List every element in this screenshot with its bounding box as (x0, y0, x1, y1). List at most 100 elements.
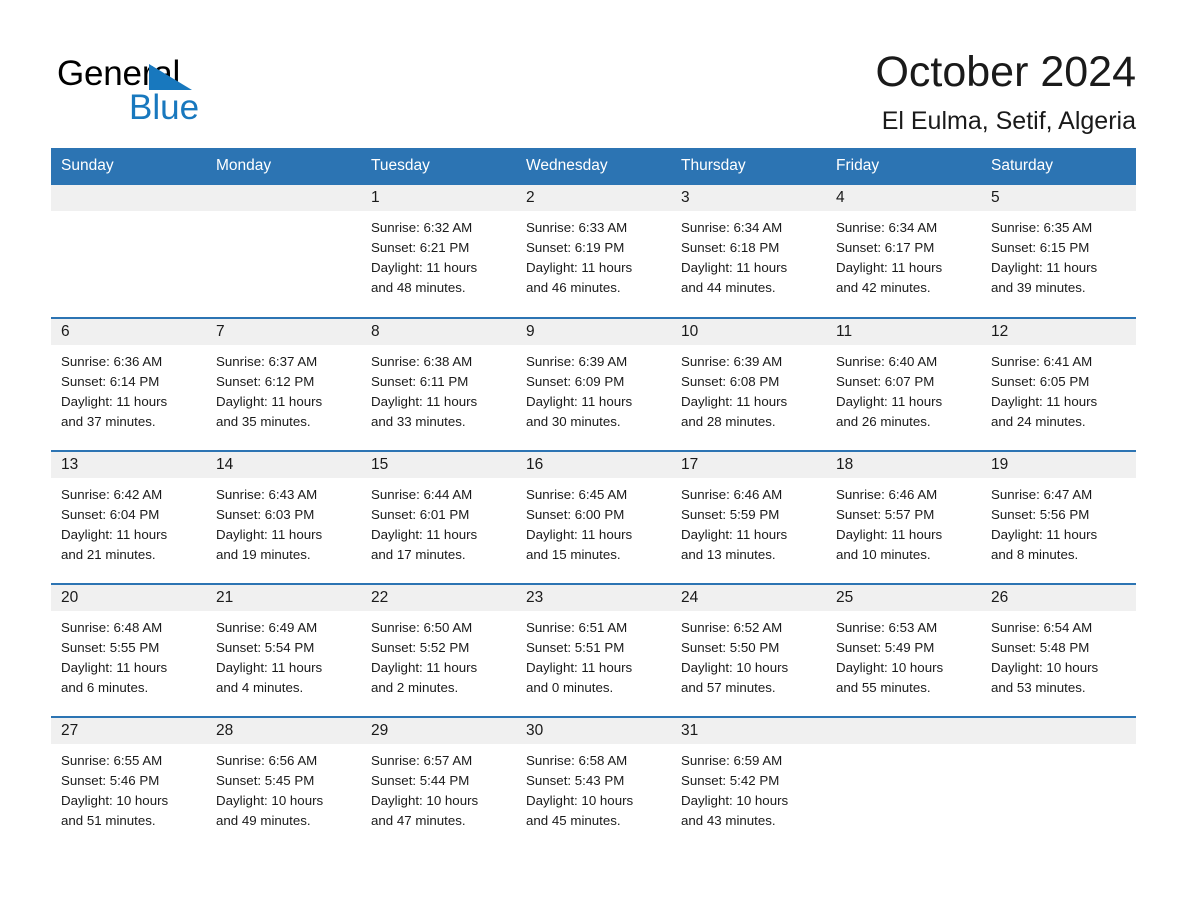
day-number: 3 (671, 185, 826, 211)
calendar-day-cell[interactable]: 7 Sunrise: 6:37 AM Sunset: 6:12 PM Daylight… (206, 317, 361, 451)
day-details: Sunrise: 6:36 AM Sunset: 6:14 PM Daylight:… (51, 345, 206, 432)
sunset-time: Sunset: 6:07 PM (836, 374, 935, 389)
day-number: 24 (671, 585, 826, 611)
calendar-day-cell[interactable]: 11 Sunrise: 6:40 AM Sunset: 6:07 PM Dayligh… (826, 317, 981, 451)
daylight-duration-line2: and 57 minutes. (681, 680, 776, 695)
calendar-day-cell[interactable]: 20 Sunrise: 6:48 AM Sunset: 5:55 PM Dayligh… (51, 583, 206, 717)
daylight-duration-line2: and 6 minutes. (61, 680, 149, 695)
day-details: Sunrise: 6:57 AM Sunset: 5:44 PM Daylight:… (361, 744, 516, 831)
sunrise-time: Sunrise: 6:58 AM (526, 753, 628, 768)
day-number: 1 (361, 185, 516, 211)
calendar-day-cell[interactable]: 16 Sunrise: 6:45 AM Sunset: 6:00 PM Dayligh… (516, 450, 671, 584)
day-details: Sunrise: 6:51 AM Sunset: 5:51 PM Daylight:… (516, 611, 671, 698)
calendar-body: 1 Sunrise: 6:32 AM Sunset: 6:21 PM Daylight… (51, 185, 1136, 850)
calendar-day-cell[interactable]: 12 Sunrise: 6:41 AM Sunset: 6:05 PM Dayligh… (981, 317, 1136, 451)
sunrise-time: Sunrise: 6:48 AM (61, 620, 163, 635)
calendar-week-row: 27 Sunrise: 6:55 AM Sunset: 5:46 PM Dayligh… (51, 716, 1136, 850)
weekday-header-monday: Monday (206, 148, 361, 185)
daylight-duration-line1: Daylight: 10 hours (371, 793, 479, 808)
day-number: 4 (826, 185, 981, 211)
day-number: 26 (981, 585, 1136, 611)
sunrise-time: Sunrise: 6:55 AM (61, 753, 163, 768)
daylight-duration-line2: and 35 minutes. (216, 414, 311, 429)
day-number: 29 (361, 718, 516, 744)
daylight-duration-line1: Daylight: 11 hours (836, 394, 943, 409)
day-number: 23 (516, 585, 671, 611)
calendar-day-cell[interactable]: 23 Sunrise: 6:51 AM Sunset: 5:51 PM Dayligh… (516, 583, 671, 717)
day-number: 28 (206, 718, 361, 744)
calendar-day-cell[interactable]: 10 Sunrise: 6:39 AM Sunset: 6:08 PM Dayligh… (671, 317, 826, 451)
calendar-day-cell[interactable]: 27 Sunrise: 6:55 AM Sunset: 5:46 PM Dayligh… (51, 716, 206, 850)
title-block: October 2024 El Eulma, Setif, Algeria (257, 46, 1136, 138)
daylight-duration-line2: and 33 minutes. (371, 414, 466, 429)
daylight-duration-line2: and 26 minutes. (836, 414, 931, 429)
weekday-header-tuesday: Tuesday (361, 148, 516, 185)
calendar-day-cell[interactable]: 1 Sunrise: 6:32 AM Sunset: 6:21 PM Daylight… (361, 185, 516, 318)
calendar-day-cell[interactable]: 8 Sunrise: 6:38 AM Sunset: 6:11 PM Daylight… (361, 317, 516, 451)
daylight-duration-line2: and 37 minutes. (61, 414, 156, 429)
daylight-duration-line2: and 21 minutes. (61, 547, 156, 562)
calendar-day-cell[interactable]: 21 Sunrise: 6:49 AM Sunset: 5:54 PM Dayligh… (206, 583, 361, 717)
calendar-day-cell[interactable]: 5 Sunrise: 6:35 AM Sunset: 6:15 PM Daylight… (981, 185, 1136, 318)
calendar-day-cell-empty (51, 185, 206, 318)
daylight-duration-line2: and 45 minutes. (526, 813, 621, 828)
calendar-day-cell[interactable]: 15 Sunrise: 6:44 AM Sunset: 6:01 PM Dayligh… (361, 450, 516, 584)
day-details: Sunrise: 6:43 AM Sunset: 6:03 PM Daylight:… (206, 478, 361, 565)
daylight-duration-line2: and 43 minutes. (681, 813, 776, 828)
sunrise-time: Sunrise: 6:39 AM (526, 354, 628, 369)
page-header: General Blue October 2024 El Eulma, Seti… (0, 0, 1188, 148)
calendar-day-cell-empty (206, 185, 361, 318)
sunrise-time: Sunrise: 6:57 AM (371, 753, 473, 768)
general-blue-logo: General Blue (57, 46, 257, 126)
calendar-day-cell[interactable]: 4 Sunrise: 6:34 AM Sunset: 6:17 PM Daylight… (826, 185, 981, 318)
calendar-day-cell[interactable]: 14 Sunrise: 6:43 AM Sunset: 6:03 PM Dayligh… (206, 450, 361, 584)
day-number: 5 (981, 185, 1136, 211)
calendar-day-cell[interactable]: 29 Sunrise: 6:57 AM Sunset: 5:44 PM Dayligh… (361, 716, 516, 850)
calendar-day-cell[interactable]: 2 Sunrise: 6:33 AM Sunset: 6:19 PM Daylight… (516, 185, 671, 318)
calendar-day-cell[interactable]: 19 Sunrise: 6:47 AM Sunset: 5:56 PM Dayligh… (981, 450, 1136, 584)
daylight-duration-line2: and 39 minutes. (991, 280, 1086, 295)
calendar-day-cell-empty (826, 716, 981, 850)
daylight-duration-line1: Daylight: 11 hours (216, 527, 323, 542)
sunset-time: Sunset: 5:50 PM (681, 640, 780, 655)
calendar-day-cell[interactable]: 28 Sunrise: 6:56 AM Sunset: 5:45 PM Dayligh… (206, 716, 361, 850)
calendar-day-cell[interactable]: 6 Sunrise: 6:36 AM Sunset: 6:14 PM Daylight… (51, 317, 206, 451)
calendar-day-cell[interactable]: 3 Sunrise: 6:34 AM Sunset: 6:18 PM Daylight… (671, 185, 826, 318)
daylight-duration-line2: and 42 minutes. (836, 280, 931, 295)
day-number: 14 (206, 452, 361, 478)
sunset-time: Sunset: 5:43 PM (526, 773, 625, 788)
calendar-day-cell[interactable]: 31 Sunrise: 6:59 AM Sunset: 5:42 PM Dayligh… (671, 716, 826, 850)
daylight-duration-line2: and 24 minutes. (991, 414, 1086, 429)
calendar-day-cell[interactable]: 25 Sunrise: 6:53 AM Sunset: 5:49 PM Dayligh… (826, 583, 981, 717)
day-details: Sunrise: 6:39 AM Sunset: 6:08 PM Daylight:… (671, 345, 826, 432)
day-details: Sunrise: 6:50 AM Sunset: 5:52 PM Daylight:… (361, 611, 516, 698)
day-details: Sunrise: 6:37 AM Sunset: 6:12 PM Daylight:… (206, 345, 361, 432)
sunset-time: Sunset: 6:08 PM (681, 374, 780, 389)
calendar-day-cell[interactable]: 9 Sunrise: 6:39 AM Sunset: 6:09 PM Daylight… (516, 317, 671, 451)
daylight-duration-line1: Daylight: 10 hours (681, 660, 789, 675)
calendar-day-cell[interactable]: 13 Sunrise: 6:42 AM Sunset: 6:04 PM Dayligh… (51, 450, 206, 584)
daylight-duration-line2: and 51 minutes. (61, 813, 156, 828)
day-number: 20 (51, 585, 206, 611)
calendar-day-cell[interactable]: 26 Sunrise: 6:54 AM Sunset: 5:48 PM Dayligh… (981, 583, 1136, 717)
sunset-time: Sunset: 6:18 PM (681, 240, 780, 255)
calendar-day-cell[interactable]: 24 Sunrise: 6:52 AM Sunset: 5:50 PM Dayligh… (671, 583, 826, 717)
calendar-day-cell[interactable]: 30 Sunrise: 6:58 AM Sunset: 5:43 PM Dayligh… (516, 716, 671, 850)
calendar-day-cell[interactable]: 22 Sunrise: 6:50 AM Sunset: 5:52 PM Dayligh… (361, 583, 516, 717)
day-details: Sunrise: 6:56 AM Sunset: 5:45 PM Daylight:… (206, 744, 361, 831)
weekday-header-friday: Friday (826, 148, 981, 185)
day-number: 12 (981, 319, 1136, 345)
daylight-duration-line1: Daylight: 11 hours (991, 394, 1098, 409)
sunset-time: Sunset: 5:42 PM (681, 773, 780, 788)
day-number: 8 (361, 319, 516, 345)
day-number: 16 (516, 452, 671, 478)
calendar-day-cell[interactable]: 17 Sunrise: 6:46 AM Sunset: 5:59 PM Dayligh… (671, 450, 826, 584)
sunset-time: Sunset: 5:48 PM (991, 640, 1090, 655)
day-number: 27 (51, 718, 206, 744)
day-details: Sunrise: 6:40 AM Sunset: 6:07 PM Daylight:… (826, 345, 981, 432)
sunrise-time: Sunrise: 6:35 AM (991, 220, 1093, 235)
sunset-time: Sunset: 6:21 PM (371, 240, 470, 255)
sunset-time: Sunset: 6:14 PM (61, 374, 160, 389)
calendar-day-cell[interactable]: 18 Sunrise: 6:46 AM Sunset: 5:57 PM Dayligh… (826, 450, 981, 584)
day-details: Sunrise: 6:44 AM Sunset: 6:01 PM Daylight:… (361, 478, 516, 565)
